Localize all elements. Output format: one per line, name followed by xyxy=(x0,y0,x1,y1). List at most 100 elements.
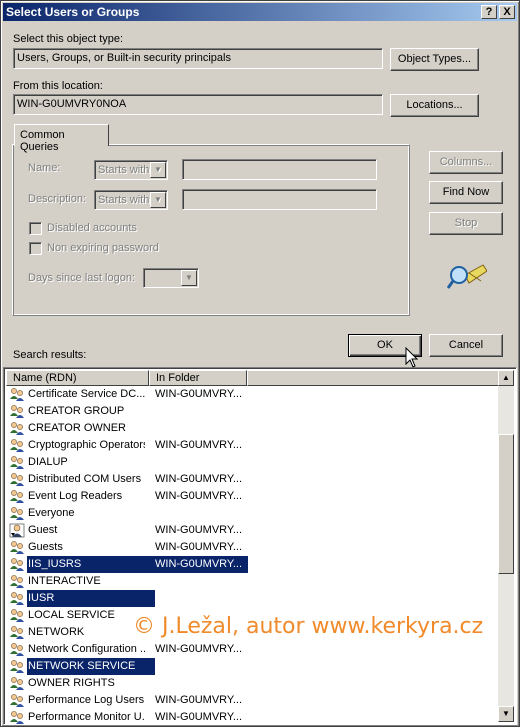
row-name: Guests xyxy=(28,541,63,553)
table-row[interactable]: CREATOR GROUP xyxy=(6,403,500,420)
group-icon xyxy=(10,711,24,724)
results-header: Name (RDN) In Folder xyxy=(6,370,500,386)
title-bar[interactable]: Select Users or Groups ? X xyxy=(3,3,517,21)
row-name: IIS_IUSRS xyxy=(27,556,155,573)
row-folder: WIN-G0UMVRY... xyxy=(155,490,242,502)
column-header-folder[interactable]: In Folder xyxy=(149,370,247,386)
days-since-logon-label: Days since last logon: xyxy=(28,272,135,284)
location-label: From this location: xyxy=(13,80,103,92)
scroll-thumb[interactable] xyxy=(498,434,514,574)
group-icon xyxy=(10,473,24,486)
group-icon xyxy=(10,575,24,588)
column-header-name[interactable]: Name (RDN) xyxy=(6,370,149,386)
non-expiring-password-checkbox[interactable] xyxy=(29,242,42,255)
row-name: Cryptographic Operators xyxy=(28,439,145,451)
table-row[interactable]: CREATOR OWNER xyxy=(6,420,500,437)
group-icon xyxy=(10,405,24,418)
non-expiring-password-label: Non expiring password xyxy=(47,242,159,254)
group-icon xyxy=(10,677,24,690)
group-icon xyxy=(10,609,24,622)
table-row[interactable]: NETWORK SERVICE xyxy=(6,658,500,675)
locations-button[interactable]: Locations... xyxy=(390,94,479,117)
row-name: NETWORK xyxy=(28,626,85,638)
group-icon xyxy=(10,388,24,401)
row-name: LOCAL SERVICE xyxy=(28,609,115,621)
group-icon xyxy=(10,626,24,639)
row-name: CREATOR OWNER xyxy=(28,422,126,434)
row-name: Performance Monitor U... xyxy=(28,711,145,723)
disabled-accounts-checkbox[interactable] xyxy=(29,222,42,235)
name-mode-value: Starts with xyxy=(98,164,150,176)
object-types-button[interactable]: Object Types... xyxy=(390,48,479,71)
row-name: Certificate Service DC... xyxy=(28,388,145,400)
group-icon xyxy=(10,694,24,707)
group-icon xyxy=(10,422,24,435)
tab-common-queries[interactable]: Common Queries xyxy=(14,124,109,153)
row-name: Everyone xyxy=(28,507,75,519)
table-row[interactable]: Cryptographic Operators WIN-G0UMVRY... xyxy=(6,437,500,454)
row-folder: WIN-G0UMVRY... xyxy=(155,473,242,485)
find-now-button[interactable]: Find Now xyxy=(429,181,503,204)
search-flashlight-icon xyxy=(447,264,487,289)
row-folder: WIN-G0UMVRY... xyxy=(155,388,242,400)
table-row[interactable]: IIS_IUSRS WIN-G0UMVRY... xyxy=(6,556,500,573)
table-row[interactable]: Distributed COM Users WIN-G0UMVRY... xyxy=(6,471,500,488)
row-name: INTERACTIVE xyxy=(28,575,101,587)
row-folder: WIN-G0UMVRY... xyxy=(155,439,242,451)
location-field: WIN-G0UMVRY0NOA xyxy=(13,94,383,115)
table-row[interactable]: Guests WIN-G0UMVRY... xyxy=(6,539,500,556)
row-folder: WIN-G0UMVRY... xyxy=(155,711,242,723)
table-row[interactable]: DIALUP xyxy=(6,454,500,471)
table-row[interactable]: Certificate Service DC... WIN-G0UMVRY... xyxy=(6,386,500,403)
scroll-up-icon[interactable]: ▲ xyxy=(498,370,514,386)
name-input[interactable] xyxy=(182,159,377,180)
table-row[interactable]: Event Log Readers WIN-G0UMVRY... xyxy=(6,488,500,505)
table-row[interactable]: IUSR xyxy=(6,590,500,607)
chevron-down-icon: ▼ xyxy=(150,162,166,178)
row-name: Network Configuration ... xyxy=(28,643,145,655)
row-name: Guest xyxy=(28,524,58,536)
row-folder: WIN-G0UMVRY... xyxy=(155,643,242,655)
row-folder: WIN-G0UMVRY... xyxy=(155,524,242,536)
guest-user-icon xyxy=(9,523,25,538)
group-icon xyxy=(10,456,24,469)
group-icon xyxy=(10,541,24,554)
description-label: Description: xyxy=(28,193,87,205)
group-icon xyxy=(10,558,24,571)
table-row[interactable]: Performance Log Users WIN-G0UMVRY... xyxy=(6,692,500,709)
name-mode-select[interactable]: Starts with ▼ xyxy=(94,160,168,180)
description-mode-select[interactable]: Starts with ▼ xyxy=(94,190,168,210)
mouse-cursor-icon xyxy=(405,347,419,368)
row-folder: WIN-G0UMVRY... xyxy=(151,556,248,573)
columns-button[interactable]: Columns... xyxy=(429,151,503,174)
table-row[interactable]: Performance Monitor U... WIN-G0UMVRY... xyxy=(6,709,500,724)
table-row[interactable]: Guest WIN-G0UMVRY... xyxy=(6,522,500,539)
name-label: Name: xyxy=(28,162,61,174)
row-name: Event Log Readers xyxy=(28,490,123,502)
results-rows: Certificate Service DC... WIN-G0UMVRY... C… xyxy=(6,386,500,724)
chevron-down-icon: ▼ xyxy=(150,192,166,208)
search-results-list[interactable]: Name (RDN) In Folder Certificate Service… xyxy=(3,367,517,725)
window-title: Select Users or Groups xyxy=(6,5,140,19)
table-row[interactable]: Everyone xyxy=(6,505,500,522)
cancel-button[interactable]: Cancel xyxy=(429,334,503,357)
help-button[interactable]: ? xyxy=(481,5,497,19)
group-icon xyxy=(10,439,24,452)
disabled-accounts-label: Disabled accounts xyxy=(47,222,137,234)
table-row[interactable]: OWNER RIGHTS xyxy=(6,675,500,692)
select-users-dialog: Select Users or Groups ? X Select this o… xyxy=(0,0,520,727)
row-name: Distributed COM Users xyxy=(28,473,142,485)
table-row[interactable]: Network Configuration ... WIN-G0UMVRY... xyxy=(6,641,500,658)
description-input[interactable] xyxy=(182,189,377,210)
group-icon xyxy=(10,507,24,520)
vertical-scrollbar[interactable]: ▲ ▼ xyxy=(498,370,514,722)
row-folder: WIN-G0UMVRY... xyxy=(155,541,242,553)
group-icon xyxy=(10,490,24,503)
object-type-field: Users, Groups, or Built-in security prin… xyxy=(13,48,383,69)
table-row[interactable]: INTERACTIVE xyxy=(6,573,500,590)
scroll-down-icon[interactable]: ▼ xyxy=(498,706,514,722)
close-button[interactable]: X xyxy=(499,5,515,19)
row-name: Performance Log Users xyxy=(28,694,145,706)
stop-button[interactable]: Stop xyxy=(429,212,503,235)
days-since-logon-select[interactable]: ▼ xyxy=(143,268,199,288)
